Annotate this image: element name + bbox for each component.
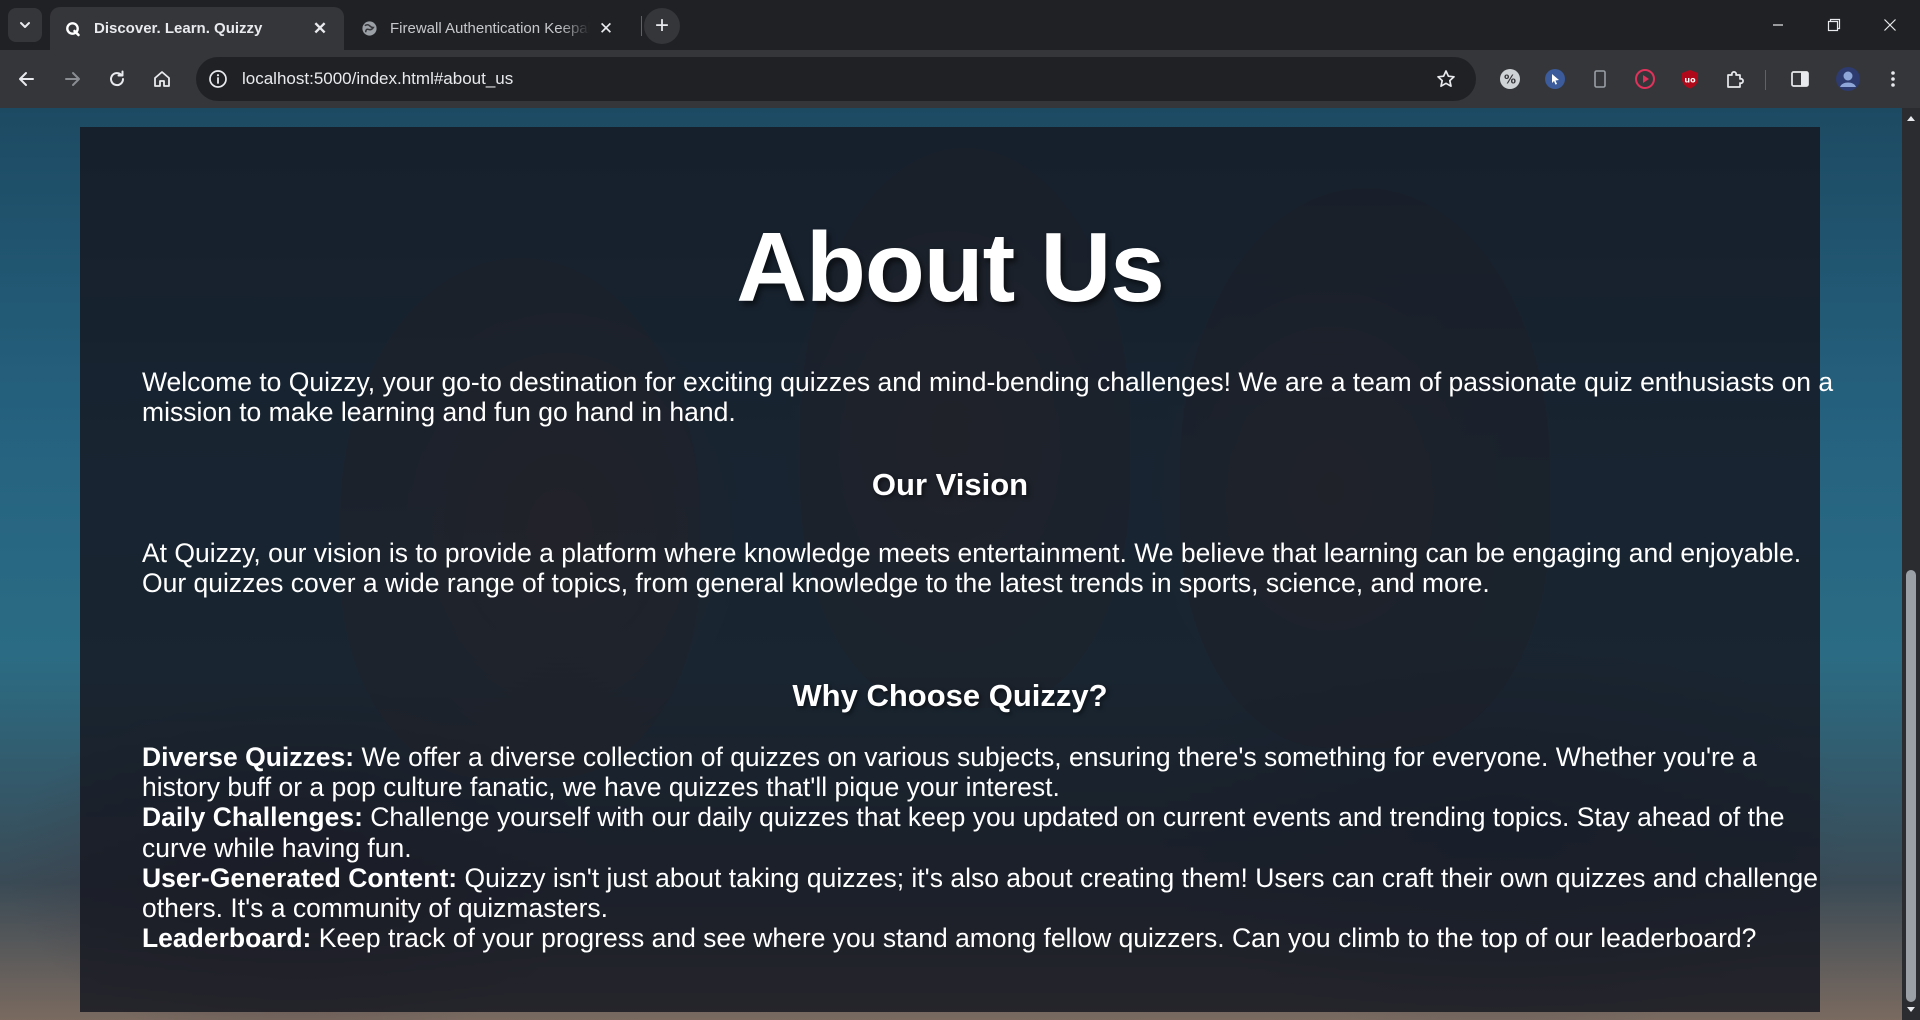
close-window-button[interactable] [1862, 0, 1918, 50]
feature-list: Diverse Quizzes: We offer a diverse coll… [142, 742, 1842, 953]
restore-icon [1827, 18, 1841, 32]
scroll-up-arrow-icon[interactable] [1902, 110, 1920, 126]
vision-paragraph: At Quizzy, our vision is to provide a pl… [142, 538, 1802, 598]
home-button[interactable] [144, 61, 180, 97]
scrollbar-thumb[interactable] [1906, 570, 1916, 1002]
new-tab-button[interactable]: + [644, 8, 680, 44]
svg-text:uo: uo [1684, 76, 1696, 85]
close-icon[interactable]: ✕ [310, 19, 330, 39]
globe-icon [360, 20, 378, 38]
profile-avatar[interactable] [1835, 66, 1861, 92]
scroll-down-arrow-icon[interactable] [1902, 1002, 1920, 1018]
url-text: localhost:5000/index.html#about_us [242, 69, 514, 88]
feature-label: User-Generated Content: [142, 862, 458, 893]
list-item: Leaderboard: Keep track of your progress… [142, 923, 1842, 953]
tab-title: Firewall Authentication Keepalive [390, 20, 590, 37]
minimize-icon [1773, 24, 1783, 26]
tab-search-button[interactable] [8, 8, 42, 42]
about-us-section: About Us Welcome to Quizzy, your go-to d… [80, 127, 1833, 1012]
svg-text:%: % [1504, 73, 1516, 87]
play-extension-icon[interactable] [1632, 66, 1658, 92]
arrow-left-icon [19, 72, 34, 86]
list-item: User-Generated Content: Quizzy isn't jus… [142, 863, 1842, 923]
tab-quizzy[interactable]: Discover. Learn. Quizzy ✕ [50, 7, 344, 50]
chevron-down-icon [20, 22, 30, 28]
more-menu-icon[interactable] [1880, 66, 1906, 92]
browser-toolbar: localhost:5000/index.html#about_us % uo [0, 50, 1920, 108]
tab-firewall[interactable]: Firewall Authentication Keepalive ✕ [346, 7, 630, 50]
page-viewport: About Us Welcome to Quizzy, your go-to d… [0, 108, 1902, 1020]
reload-icon [110, 70, 125, 87]
feature-text: We offer a diverse collection of quizzes… [142, 742, 1757, 803]
toolbar-separator [1765, 70, 1766, 90]
tab-strip: Discover. Learn. Quizzy ✕ Firewall Authe… [0, 0, 1920, 50]
site-info-icon[interactable] [198, 59, 238, 99]
reload-button[interactable] [99, 61, 135, 97]
list-item: Daily Challenges: Challenge yourself wit… [142, 802, 1842, 862]
feature-text: Challenge yourself with our daily quizze… [142, 802, 1785, 863]
close-icon [1884, 19, 1896, 31]
vertical-scrollbar[interactable] [1902, 108, 1920, 1020]
address-bar[interactable]: localhost:5000/index.html#about_us [196, 57, 1476, 101]
tab-title: Discover. Learn. Quizzy [94, 20, 263, 37]
cursor-extension-icon[interactable] [1542, 66, 1568, 92]
feature-text: Keep track of your progress and see wher… [311, 923, 1757, 954]
feature-label: Leaderboard: [142, 923, 312, 954]
phone-extension-icon[interactable] [1587, 66, 1613, 92]
feature-label: Daily Challenges: [142, 802, 363, 833]
minimize-button[interactable] [1750, 0, 1806, 50]
percent-extension-icon[interactable]: % [1497, 66, 1523, 92]
why-choose-heading: Why Choose Quizzy? [792, 678, 1108, 713]
page-title: About Us [736, 212, 1165, 322]
tab-separator [641, 16, 642, 36]
ublock-shield-icon[interactable]: uo [1677, 66, 1703, 92]
list-item: Diverse Quizzes: We offer a diverse coll… [142, 742, 1842, 802]
puzzle-extensions-icon[interactable] [1722, 66, 1748, 92]
feature-label: Diverse Quizzes: [142, 742, 355, 772]
intro-paragraph: Welcome to Quizzy, your go-to destinatio… [142, 367, 1834, 427]
side-panel-icon[interactable] [1787, 66, 1813, 92]
plus-icon: + [654, 12, 669, 39]
restore-button[interactable] [1806, 0, 1862, 50]
quizzy-q-icon [64, 20, 82, 38]
vision-heading: Our Vision [871, 467, 1029, 502]
forward-button[interactable] [54, 61, 90, 97]
home-icon [154, 71, 170, 87]
bookmark-star-icon[interactable] [1434, 67, 1458, 91]
back-button[interactable] [9, 61, 45, 97]
arrow-right-icon [65, 72, 80, 86]
close-icon[interactable]: ✕ [596, 19, 616, 39]
